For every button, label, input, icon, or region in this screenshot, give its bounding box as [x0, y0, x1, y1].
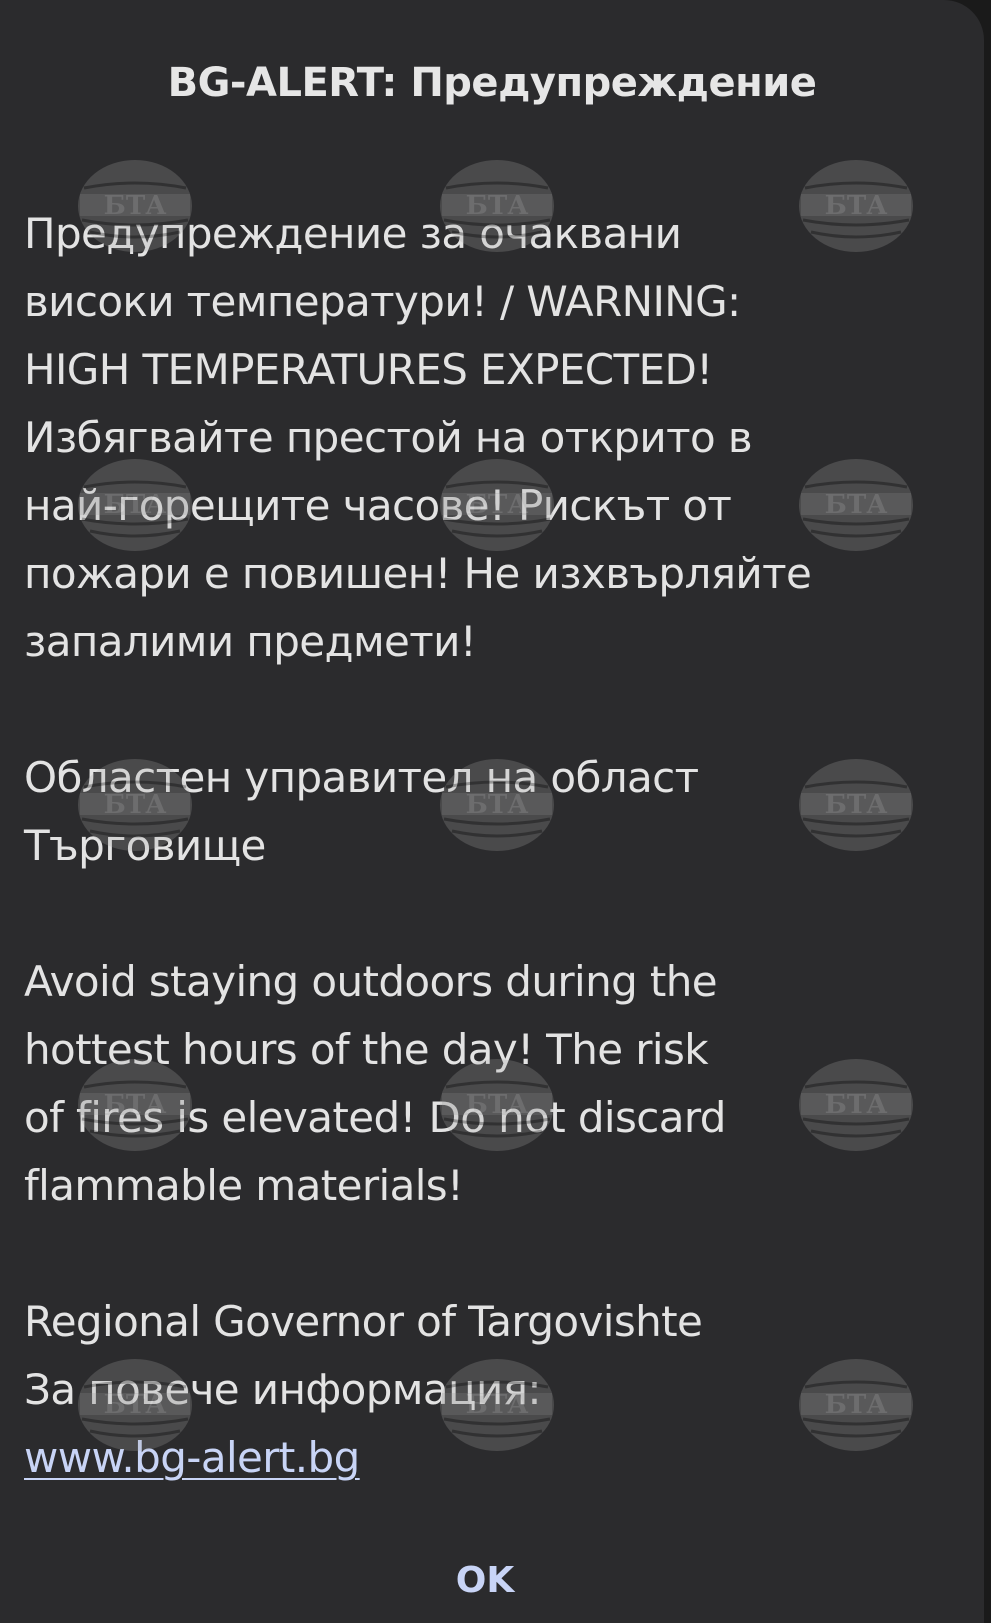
message-line: Областен управител на област — [24, 753, 699, 802]
alert-dialog: BG-ALERT: Предупреждение Предупреждение … — [0, 0, 984, 1623]
message-paragraph-sender-bg: Областен управител на област Търговище — [24, 744, 954, 880]
alert-title: BG-ALERT: Предупреждение — [167, 60, 817, 106]
message-line: of fires is elevated! Do not discard — [24, 1093, 726, 1142]
message-line: високи температури! / WARNING: — [24, 277, 741, 326]
message-line: Regional Governor of Targovishte — [24, 1297, 703, 1346]
message-line: пожари е повишен! Не изхвърляйте — [24, 549, 812, 598]
message-paragraph-bg: Предупреждение за очаквани високи темпер… — [24, 200, 954, 676]
message-line: Avoid staying outdoors during the — [24, 957, 718, 1006]
message-paragraph-en: Avoid staying outdoors during the hottes… — [24, 948, 954, 1220]
message-line: Предупреждение за очаквани — [24, 209, 682, 258]
message-line: hottest hours of the day! The risk — [24, 1025, 709, 1074]
message-line: Търговище — [24, 821, 266, 870]
message-line: запалими предмети! — [24, 617, 477, 666]
ok-button[interactable]: OK — [440, 1553, 530, 1609]
message-line: Избягвайте престой на открито в — [24, 413, 753, 462]
message-line: За повече информация: — [24, 1365, 542, 1414]
alert-message: Предупреждение за очаквани високи темпер… — [24, 200, 954, 1492]
message-line: HIGH TEMPERATURES EXPECTED! — [24, 345, 713, 394]
message-paragraph-sender-en: Regional Governor of Targovishte За пове… — [24, 1288, 954, 1492]
message-line: flammable materials! — [24, 1161, 464, 1210]
bg-alert-link[interactable]: www.bg-alert.bg — [24, 1433, 360, 1482]
message-line: най-горещите часове! Рискът от — [24, 481, 732, 530]
